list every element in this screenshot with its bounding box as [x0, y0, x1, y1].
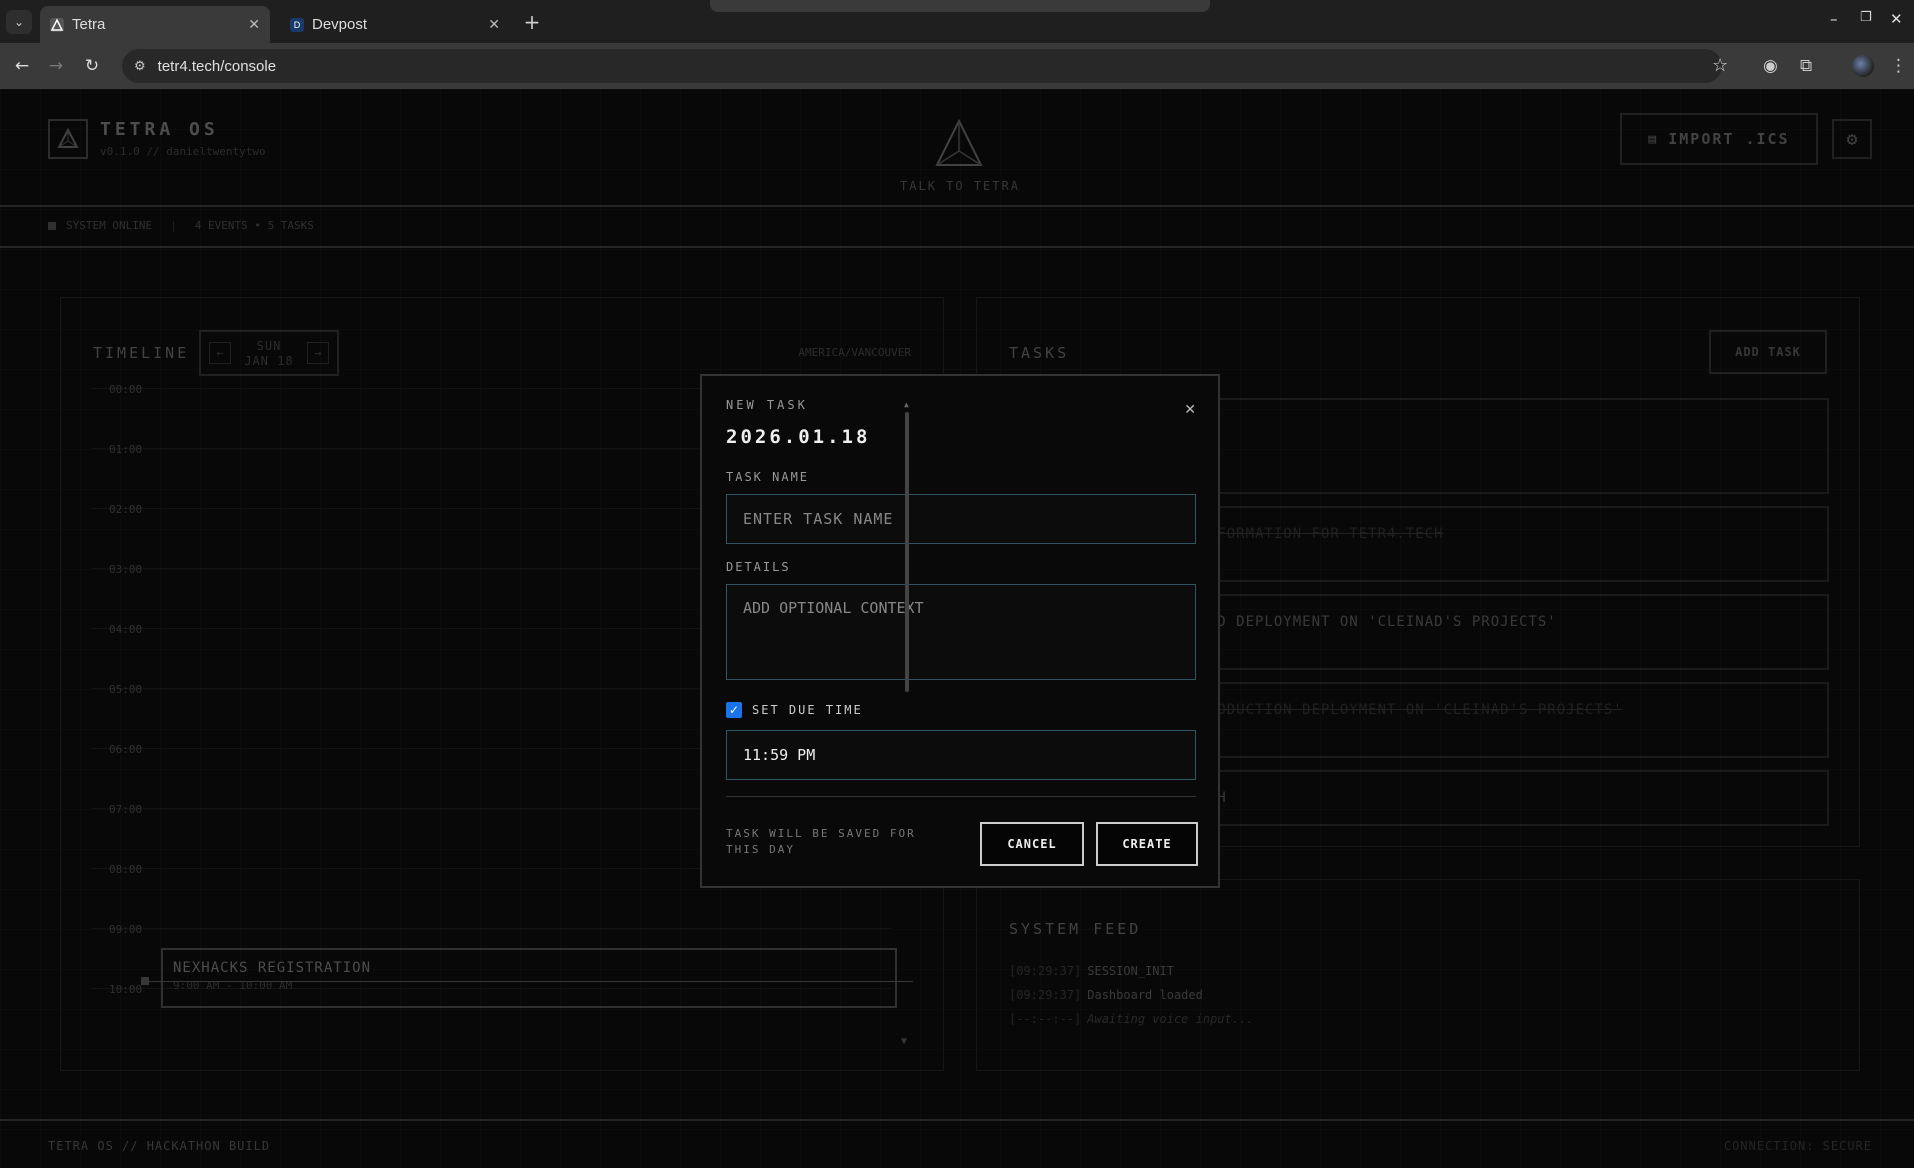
back-arrow-icon[interactable]: ← — [10, 54, 34, 78]
due-time-input[interactable]: 11:59 PM — [726, 730, 1196, 780]
address-bar[interactable]: ⚙ tetr4.tech/console — [122, 49, 1722, 83]
minimize-icon[interactable]: – — [1830, 10, 1838, 28]
window-drag-strip — [710, 0, 1210, 12]
forward-arrow-icon[interactable]: → — [44, 54, 68, 78]
modal-divider — [726, 796, 1196, 797]
modal-date: 2026.01.18 — [726, 426, 871, 448]
cancel-button[interactable]: CANCEL — [980, 822, 1084, 866]
tab-title: Tetra — [72, 16, 106, 33]
tab-tetra[interactable]: Tetra ✕ — [40, 6, 270, 43]
window-close-icon[interactable]: ✕ — [1890, 10, 1903, 28]
scroll-up-icon[interactable]: ▲ — [904, 400, 909, 409]
details-label: DETAILS — [726, 560, 791, 574]
site-info-icon[interactable]: ⚙ — [134, 58, 146, 74]
reload-icon[interactable]: ↻ — [80, 54, 104, 78]
tab-close-icon[interactable]: ✕ — [248, 16, 260, 33]
due-time-toggle-row: ✓ SET DUE TIME — [726, 702, 1194, 718]
new-tab-plus-icon[interactable]: + — [520, 10, 544, 34]
restore-icon[interactable]: ❐ — [1860, 10, 1872, 25]
bookmark-star-icon[interactable]: ☆ — [1712, 55, 1728, 76]
task-name-input[interactable] — [726, 494, 1196, 544]
details-textarea[interactable] — [726, 584, 1196, 680]
extension-icon[interactable]: ◉ — [1763, 56, 1778, 76]
tab-close-icon[interactable]: ✕ — [488, 16, 500, 33]
url-text: tetr4.tech/console — [157, 57, 277, 75]
tab-title: Devpost — [312, 16, 368, 33]
new-task-modal: ▲ NEW TASK 2026.01.18 ✕ TASK NAME DETAIL… — [700, 374, 1220, 888]
profile-avatar[interactable] — [1852, 55, 1874, 77]
devpost-favicon-icon: D — [290, 17, 304, 32]
close-icon[interactable]: ✕ — [1184, 402, 1196, 418]
tab-search-button[interactable]: ⌄ — [6, 10, 32, 34]
browser-menu-icon[interactable]: ⋮ — [1890, 56, 1907, 76]
modal-kicker: NEW TASK — [726, 398, 808, 412]
modal-note: TASK WILL BE SAVED FOR THIS DAY — [726, 827, 916, 856]
due-time-checkbox[interactable]: ✓ — [726, 702, 742, 718]
create-button[interactable]: CREATE — [1096, 822, 1198, 866]
modal-scrollbar[interactable] — [905, 412, 909, 692]
tab-devpost[interactable]: D Devpost ✕ — [280, 6, 510, 43]
due-time-label: SET DUE TIME — [752, 703, 863, 717]
task-name-label: TASK NAME — [726, 470, 810, 484]
browser-toolbar: ← → ↻ ⚙ tetr4.tech/console ☆ ◉ ⧉ ⋮ — [0, 43, 1914, 89]
browser-tab-bar: ⌄ Tetra ✕ D Devpost ✕ + – ❐ ✕ — [0, 0, 1914, 43]
extensions-puzzle-icon[interactable]: ⧉ — [1800, 56, 1812, 76]
tetra-favicon-icon — [50, 17, 64, 32]
